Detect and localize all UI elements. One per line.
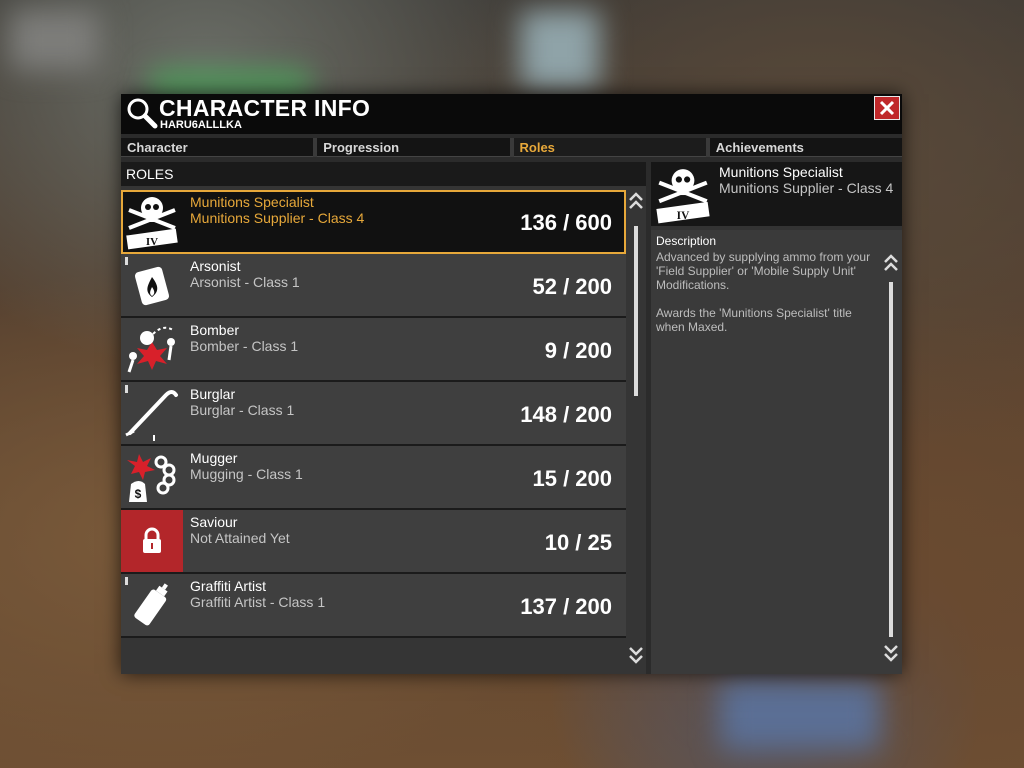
role-detail-panel: IV Munitions Specialist Munitions Suppli…: [651, 162, 902, 674]
close-button[interactable]: [874, 96, 900, 120]
svg-text:IV: IV: [677, 210, 690, 222]
bomb-explosion-icon: [121, 318, 183, 380]
scroll-thumb[interactable]: [634, 226, 638, 396]
fire-card-icon: [121, 254, 183, 316]
description-text: Advanced by supplying ammo from your 'Fi…: [656, 250, 871, 334]
role-class: Graffiti Artist - Class 1: [190, 594, 326, 610]
detail-header: IV Munitions Specialist Munitions Suppli…: [651, 162, 902, 226]
scroll-down-icon[interactable]: [883, 642, 899, 664]
close-icon: [879, 100, 895, 116]
window-title: CHARACTER INFO: [159, 95, 371, 121]
role-progress: 10 / 25: [544, 530, 612, 555]
svg-text:IV: IV: [146, 236, 158, 248]
role-progress: 15 / 200: [532, 466, 612, 491]
role-item-burglar[interactable]: Burglar Burglar - Class 1 148 / 200: [121, 382, 626, 446]
description-box: Description Advanced by supplying ammo f…: [651, 230, 902, 674]
brass-knuckles-icon: $: [121, 446, 183, 508]
role-item-bomber[interactable]: Bomber Bomber - Class 1 9 / 200: [121, 318, 626, 382]
tab-character[interactable]: Character: [121, 138, 314, 157]
role-progress: 136 / 600: [520, 210, 612, 235]
crowbar-icon: [121, 382, 183, 444]
background-blur: [720, 680, 880, 750]
skull-crossed-guns-icon: IV: [653, 164, 713, 224]
roles-scrollbar[interactable]: [628, 190, 644, 672]
role-item-saviour[interactable]: Saviour Not Attained Yet 10 / 25: [121, 510, 626, 574]
roles-panel: ROLES IV Munitions Specialist Munitions …: [121, 162, 646, 674]
role-item-graffiti-artist[interactable]: Graffiti Artist Graffiti Artist - Class …: [121, 574, 626, 638]
scroll-up-icon[interactable]: [883, 252, 899, 274]
window-titlebar: CHARACTER INFO HARU6ALLLKA: [121, 94, 902, 134]
role-class: Not Attained Yet: [190, 530, 290, 546]
player-name: HARU6ALLLKA: [160, 119, 242, 131]
background-blur: [10, 10, 100, 70]
role-progress: 52 / 200: [532, 274, 612, 299]
background-blur: [520, 10, 600, 90]
magnifier-icon: [127, 98, 158, 129]
description-title: Description: [656, 234, 717, 248]
lock-icon: [121, 510, 183, 572]
roles-header: ROLES: [121, 162, 646, 186]
character-info-window: CHARACTER INFO HARU6ALLLKA Character Pro…: [121, 94, 902, 674]
role-class: Munitions Supplier - Class 4: [190, 210, 365, 226]
role-item-arsonist[interactable]: Arsonist Arsonist - Class 1 52 / 200: [121, 254, 626, 318]
role-item-mugger[interactable]: $ Mugger Mugging - Class 1 15 / 200: [121, 446, 626, 510]
role-class: Arsonist - Class 1: [190, 274, 300, 290]
role-name: Saviour: [190, 514, 238, 530]
scroll-thumb[interactable]: [889, 282, 893, 637]
tab-achievements[interactable]: Achievements: [709, 138, 902, 157]
svg-text:$: $: [135, 487, 142, 501]
scroll-up-icon[interactable]: [628, 190, 644, 212]
skull-crossed-guns-icon: IV: [121, 190, 183, 252]
role-class: Bomber - Class 1: [190, 338, 299, 354]
role-class: Burglar - Class 1: [190, 402, 295, 418]
scroll-down-icon[interactable]: [628, 644, 644, 666]
tab-bar: Character Progression Roles Achievements: [121, 138, 902, 157]
tab-progression[interactable]: Progression: [317, 138, 510, 157]
role-list: IV Munitions Specialist Munitions Suppli…: [121, 190, 626, 638]
role-name: Burglar: [190, 386, 236, 402]
detail-role-name: Munitions Specialist: [719, 164, 843, 180]
tab-roles[interactable]: Roles: [513, 138, 706, 157]
role-name: Munitions Specialist: [190, 194, 314, 210]
role-name: Bomber: [190, 322, 240, 338]
spray-can-icon: [121, 574, 183, 636]
role-name: Arsonist: [190, 258, 241, 274]
role-class: Mugging - Class 1: [190, 466, 303, 482]
detail-role-class: Munitions Supplier - Class 4: [719, 180, 894, 196]
description-scrollbar[interactable]: [883, 252, 899, 672]
role-name: Graffiti Artist: [190, 578, 266, 594]
role-name: Mugger: [190, 450, 238, 466]
role-item-munitions-specialist[interactable]: IV Munitions Specialist Munitions Suppli…: [121, 190, 626, 254]
role-progress: 9 / 200: [544, 338, 612, 363]
role-progress: 137 / 200: [520, 594, 612, 619]
role-progress: 148 / 200: [520, 402, 612, 427]
